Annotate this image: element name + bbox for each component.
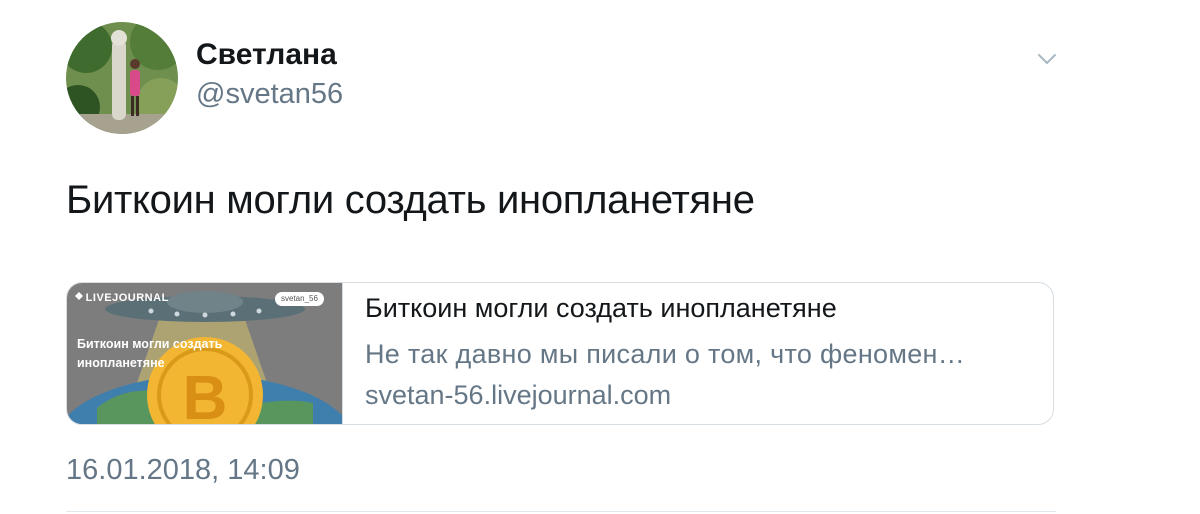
- display-name[interactable]: Светлана: [196, 38, 337, 72]
- link-preview-card[interactable]: B LIVEJOURNAL svetan_56 Биткоин могли со…: [66, 282, 1054, 425]
- avatar-photo: [66, 22, 178, 134]
- card-title: Биткоин могли создать инопланетяне: [365, 293, 837, 323]
- bitcoin-symbol: B: [183, 364, 228, 425]
- tweet-timestamp[interactable]: 16.01.2018, 14:09: [66, 454, 300, 487]
- thumbnail-title: Биткоин могли создать инопланетяне: [77, 337, 223, 370]
- user-badge: svetan_56: [275, 292, 324, 306]
- chevron-down-icon[interactable]: [1030, 48, 1064, 72]
- user-handle[interactable]: @svetan56: [196, 78, 343, 111]
- livejournal-brand: LIVEJOURNAL: [85, 292, 169, 304]
- divider: [66, 511, 1056, 512]
- card-domain: svetan-56.livejournal.com: [365, 380, 672, 410]
- card-description: Не так давно мы писали о том, что феноме…: [365, 339, 966, 369]
- tweet-text: Биткоин могли создать инопланетяне: [66, 178, 755, 222]
- avatar[interactable]: [66, 22, 178, 134]
- card-thumbnail: B LIVEJOURNAL svetan_56 Биткоин могли со…: [67, 283, 343, 425]
